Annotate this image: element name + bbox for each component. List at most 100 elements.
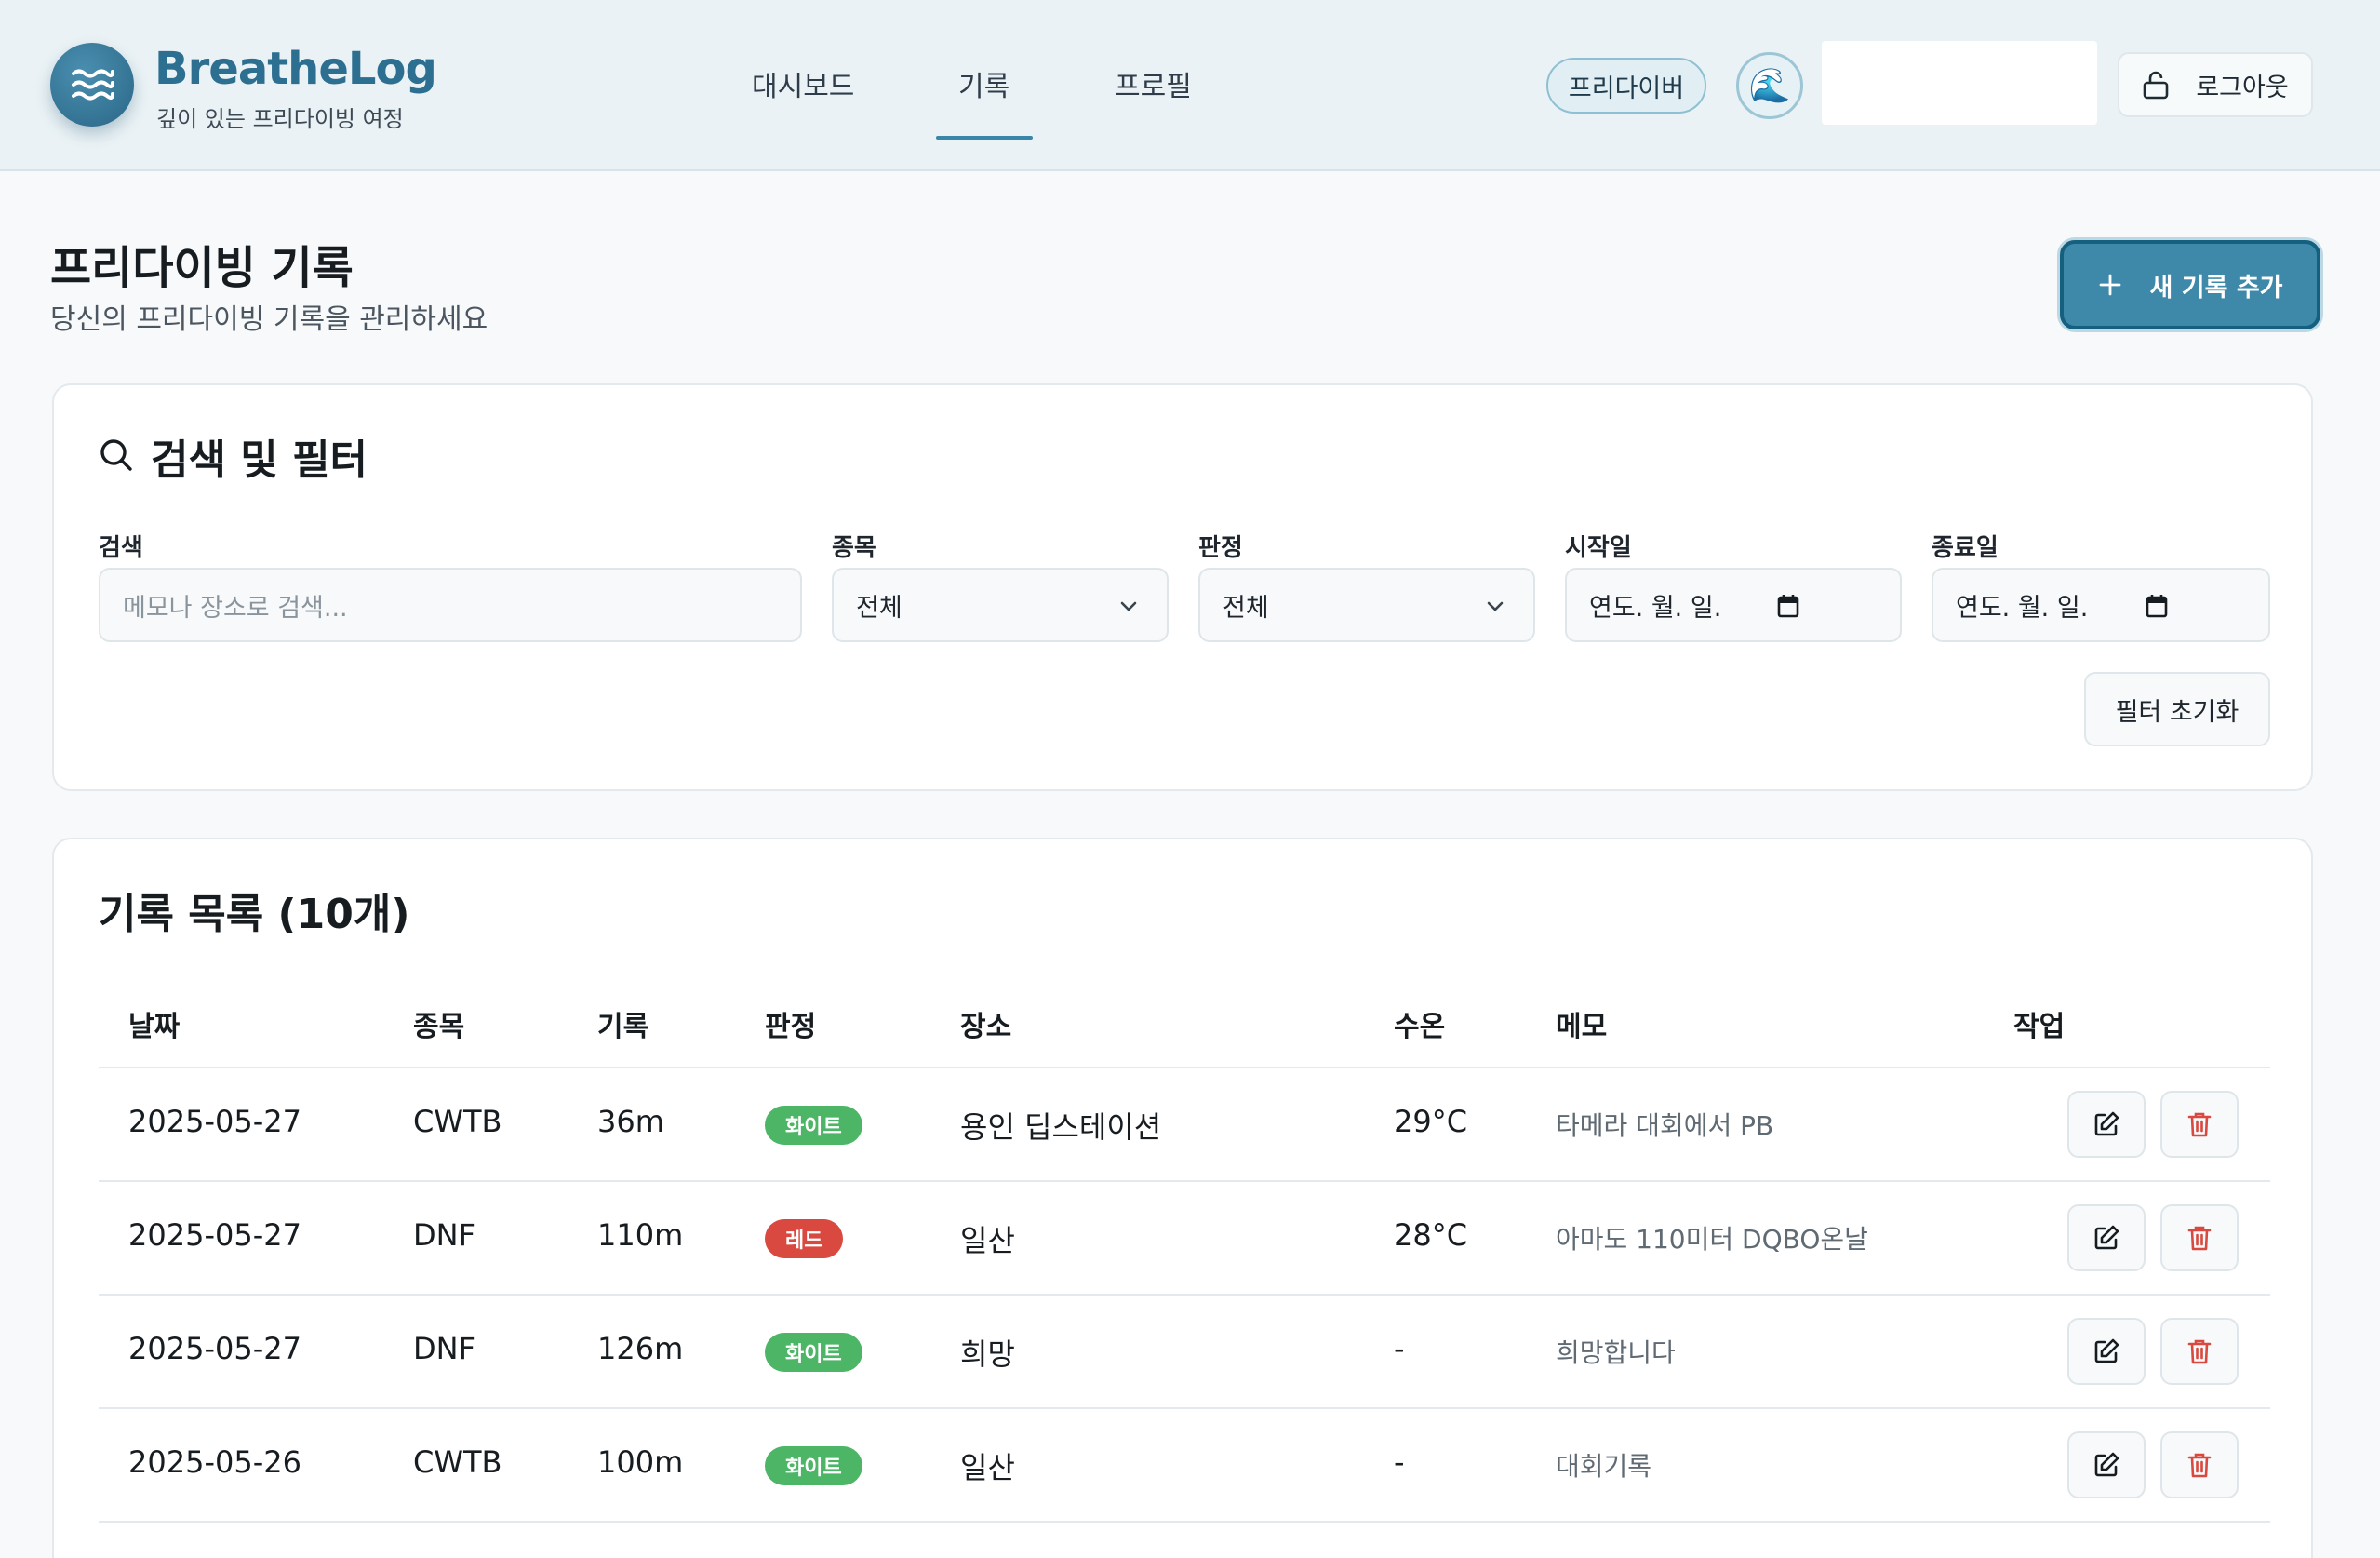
column-header-place: 장소 — [960, 1011, 1012, 1043]
row-place: 용인 딥스테이션 — [960, 1109, 1162, 1145]
column-header-date: 날짜 — [128, 1011, 181, 1043]
trash-icon — [2187, 1453, 2212, 1478]
table-row: 2025-05-27 CWTB 36m 화이트 용인 딥스테이션 29°C 타메라 대회에서… — [99, 1068, 2270, 1182]
nav-active-indicator — [936, 136, 1033, 140]
trash-icon — [2187, 1112, 2212, 1137]
edit-button[interactable] — [2067, 1204, 2146, 1271]
reset-filters-button[interactable]: 필터 초기화 — [2084, 672, 2270, 746]
chevron-down-icon — [1120, 601, 1137, 611]
row-temp: - — [1394, 1444, 1405, 1480]
status-badge: 레드 — [765, 1219, 844, 1258]
edit-button[interactable] — [2067, 1318, 2146, 1385]
row-memo: 아마도 110미터 DQBO온날 — [1556, 1224, 1868, 1255]
brand-tagline: 깊이 있는 프리다이빙 여정 — [156, 106, 404, 132]
row-date: 2025-05-27 — [128, 1331, 301, 1366]
logo[interactable] — [50, 43, 134, 127]
row-place: 일산 — [960, 1223, 1015, 1258]
column-header-actions: 작업 — [2013, 1011, 2066, 1043]
start-date-value: 연도. 월. 일. — [1589, 593, 1722, 623]
status-badge: 화이트 — [765, 1333, 862, 1372]
column-header-discipline: 종목 — [413, 1011, 465, 1043]
edit-button[interactable] — [2067, 1431, 2146, 1498]
role-badge: 프리다이버 — [1546, 58, 1706, 114]
table-row: 2025-05-27 DNF 126m 화이트 희망 - 희망합니다 — [99, 1296, 2270, 1409]
records-card: 기록 목록 (10개) 날짜 종목 기록 판정 장소 수온 메모 작업 2025… — [52, 838, 2313, 1558]
nav-dashboard[interactable]: 대시보드 — [752, 63, 854, 104]
row-discipline: CWTB — [413, 1104, 502, 1139]
add-record-button[interactable]: 새 기록 추가 — [2060, 240, 2320, 329]
column-header-memo: 메모 — [1556, 1011, 1608, 1043]
discipline-value: 전체 — [856, 593, 903, 623]
edit-button[interactable] — [2067, 1091, 2146, 1158]
row-record: 100m — [597, 1444, 684, 1480]
calendar-icon[interactable] — [2144, 592, 2170, 620]
waves-icon — [72, 69, 114, 101]
status-badge: 화이트 — [765, 1106, 862, 1145]
trash-icon — [2187, 1339, 2212, 1364]
discipline-label: 종목 — [832, 534, 876, 562]
start-date-label: 시작일 — [1565, 534, 1632, 562]
row-record: 110m — [597, 1217, 684, 1253]
avatar[interactable]: 🌊 — [1736, 52, 1803, 119]
search-icon — [100, 439, 132, 471]
table-row: 2025-05-27 DNF 110m 레드 일산 28°C 아마도 110미터 DQBO온… — [99, 1182, 2270, 1296]
row-place: 희망 — [960, 1336, 1015, 1372]
start-date-input[interactable]: 연도. 월. 일. — [1565, 568, 1902, 642]
delete-button[interactable] — [2160, 1091, 2239, 1158]
row-temp: 28°C — [1394, 1217, 1468, 1253]
blank-panel — [1822, 41, 2097, 125]
delete-button[interactable] — [2160, 1204, 2239, 1271]
row-memo: 타메라 대회에서 PB — [1556, 1110, 1774, 1141]
discipline-select[interactable]: 전체 — [832, 568, 1169, 642]
row-discipline: DNF — [413, 1217, 475, 1253]
edit-icon — [2094, 1452, 2119, 1477]
page-subtitle: 당신의 프리다이빙 기록을 관리하세요 — [50, 303, 488, 336]
unlock-icon — [2144, 71, 2169, 100]
delete-button[interactable] — [2160, 1431, 2239, 1498]
verdict-value: 전체 — [1223, 593, 1269, 623]
row-date: 2025-05-26 — [128, 1444, 301, 1480]
end-date-input[interactable]: 연도. 월. 일. — [1932, 568, 2270, 642]
status-badge: 화이트 — [765, 1446, 862, 1485]
top-header: BreatheLog 깊이 있는 프리다이빙 여정 대시보드 기록 프로필 프리… — [0, 0, 2380, 171]
row-record: 126m — [597, 1331, 684, 1366]
table-row: 2025-05-26 CWTB 100m 화이트 일산 - 대회기록 — [99, 1409, 2270, 1523]
row-date: 2025-05-27 — [128, 1104, 301, 1139]
filter-title: 검색 및 필터 — [151, 437, 368, 484]
search-label: 검색 — [99, 534, 143, 562]
column-header-record: 기록 — [597, 1011, 649, 1043]
edit-icon — [2094, 1111, 2119, 1136]
row-discipline: CWTB — [413, 1444, 502, 1480]
records-title: 기록 목록 (10개) — [99, 891, 410, 938]
row-memo: 희망합니다 — [1556, 1337, 1676, 1368]
logout-label: 로그아웃 — [2196, 73, 2289, 102]
edit-icon — [2094, 1225, 2119, 1250]
plus-icon — [2099, 274, 2120, 296]
add-record-label: 새 기록 추가 — [2149, 273, 2283, 302]
search-input[interactable]: 메모나 장소로 검색... — [99, 568, 802, 642]
verdict-label: 판정 — [1198, 534, 1243, 562]
row-record: 36m — [597, 1104, 664, 1139]
row-date: 2025-05-27 — [128, 1217, 301, 1253]
column-header-verdict: 판정 — [765, 1011, 817, 1043]
row-place: 일산 — [960, 1450, 1015, 1485]
delete-button[interactable] — [2160, 1318, 2239, 1385]
trash-icon — [2187, 1226, 2212, 1251]
row-temp: - — [1394, 1331, 1405, 1366]
chevron-down-icon — [1487, 601, 1504, 611]
end-date-value: 연도. 월. 일. — [1956, 593, 2089, 623]
edit-icon — [2094, 1338, 2119, 1363]
row-discipline: DNF — [413, 1331, 475, 1366]
row-temp: 29°C — [1394, 1104, 1468, 1139]
page-title: 프리다이빙 기록 — [50, 242, 354, 294]
calendar-icon[interactable] — [1775, 592, 1801, 620]
row-memo: 대회기록 — [1556, 1451, 1652, 1482]
verdict-select[interactable]: 전체 — [1198, 568, 1535, 642]
column-header-temp: 수온 — [1394, 1011, 1446, 1043]
logout-button[interactable]: 로그아웃 — [2118, 52, 2313, 117]
filter-card: 검색 및 필터 검색 메모나 장소로 검색... 종목 전체 판정 전체 시작일… — [52, 383, 2313, 791]
nav-records[interactable]: 기록 — [958, 63, 1009, 104]
brand-name: BreatheLog — [154, 43, 437, 95]
nav-profile[interactable]: 프로필 — [1115, 63, 1192, 104]
end-date-label: 종료일 — [1932, 534, 1999, 562]
